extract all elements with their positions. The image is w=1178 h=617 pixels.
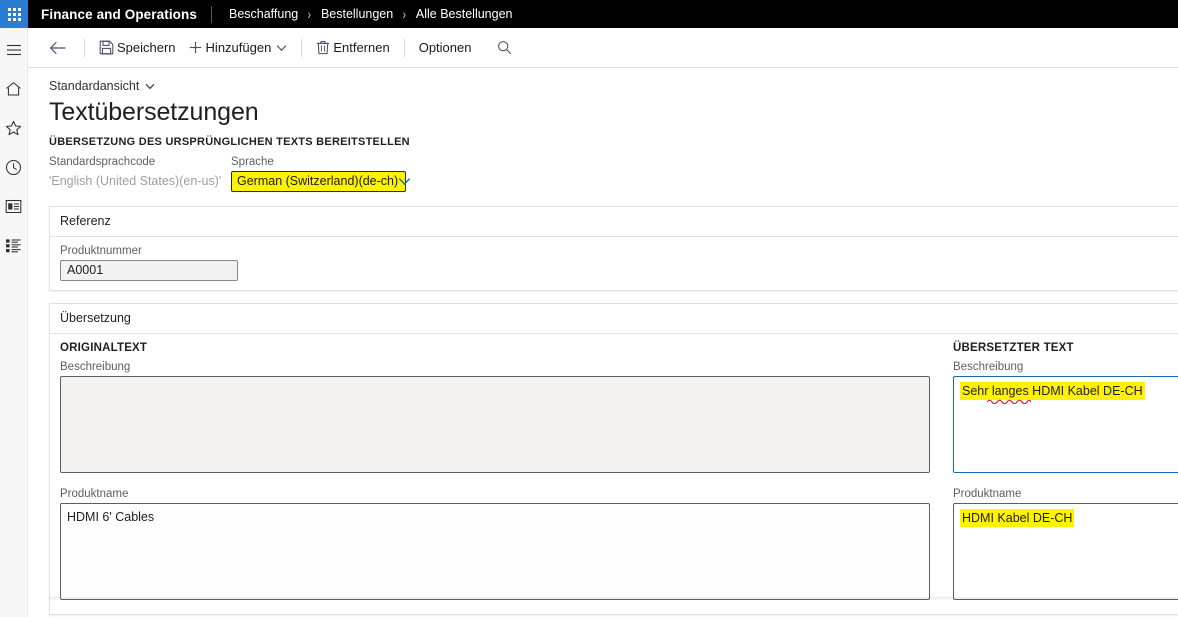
language-select[interactable]: German (Switzerland)(de-ch) [231,170,411,192]
default-language-value: 'English (United States)(en-us)' [49,173,222,188]
save-label: Speichern [117,40,176,55]
back-button[interactable] [44,35,70,61]
original-product-name-label: Produktname [60,487,129,500]
translated-description-label: Beschreibung [953,360,1024,373]
original-description-label: Beschreibung [60,360,131,373]
translation-section-body: ORIGINALTEXT Beschreibung Produktname ÜB… [50,334,1178,614]
header-fields: Standardsprachcode 'English (United Stat… [28,148,1178,192]
page-caption: ÜBERSETZUNG DES URSPRÜNGLICHEN TEXTS BER… [49,135,410,148]
product-number-label: Produktnummer [60,244,142,257]
page-header: Standardansicht Textübersetzungen ÜBERSE… [28,68,1178,148]
breadcrumb-item-alle-bestellungen[interactable]: Alle Bestellungen [416,7,513,21]
star-icon [5,120,22,136]
back-arrow-icon [49,41,66,54]
translated-product-name-wrapper: HDMI Kabel DE-CH [953,502,1178,605]
original-description-textarea[interactable] [60,375,930,473]
translated-text-heading: ÜBERSETZTER TEXT [953,341,1074,354]
breadcrumb-separator-icon: › [402,6,407,22]
search-icon [498,41,511,54]
default-language-field: Standardsprachcode 'English (United Stat… [49,156,231,192]
plus-icon [188,40,203,55]
chevron-down-icon [145,83,155,90]
action-pane-toolbar: Speichern Hinzufügen Entfernen Optionen [28,28,1178,68]
left-navigation-rail [0,28,28,617]
remove-button[interactable]: Entfernen [310,34,395,62]
list-icon [6,238,21,252]
original-text-heading: ORIGINALTEXT [60,341,148,354]
breadcrumb-item-beschaffung[interactable]: Beschaffung [229,7,298,21]
waffle-grid-icon [7,7,21,21]
language-field: Sprache German (Switzerland)(de-ch) [231,155,411,192]
translation-section: Übersetzung ORIGINALTEXT Beschreibung Pr… [49,302,1178,615]
toolbar-divider [84,38,85,57]
original-product-name-textarea[interactable] [60,502,930,600]
clock-icon [5,159,22,175]
breadcrumb-separator-icon: › [307,6,312,22]
recent-button[interactable] [0,153,28,181]
translation-section-header[interactable]: Übersetzung [50,304,1178,334]
chevron-down-icon [398,177,411,186]
translated-text-column: ÜBERSETZTER TEXT Beschreibung Sehr lange… [930,342,1178,605]
options-label: Optionen [418,40,472,55]
workspaces-button[interactable] [0,192,28,220]
options-button[interactable]: Optionen [413,34,478,62]
translated-product-name-textarea[interactable] [953,502,1178,600]
navigation-menu-button[interactable] [0,36,28,64]
content-bottom-shadow [49,597,1178,601]
add-label: Hinzufügen [205,40,272,55]
save-floppy-icon [99,40,114,55]
remove-label: Entfernen [333,40,390,55]
favorites-button[interactable] [0,114,28,142]
home-button[interactable] [0,75,28,103]
trash-icon [316,40,330,55]
save-button[interactable]: Speichern [93,34,182,62]
reference-section-header[interactable]: Referenz [50,207,1178,237]
language-label: Sprache [231,155,274,168]
reference-section: Referenz Produktnummer [49,205,1178,291]
add-button[interactable]: Hinzufügen [182,34,294,62]
default-language-label: Standardsprachcode [49,155,156,168]
view-selector-label: Standardansicht [49,79,140,93]
original-text-column: ORIGINALTEXT Beschreibung Produktname [60,342,930,605]
hamburger-menu-icon [6,44,21,56]
view-selector[interactable]: Standardansicht [49,79,155,93]
translated-description-textarea[interactable] [953,375,1178,473]
app-launcher-button[interactable] [0,0,28,28]
reference-section-body: Produktnummer [50,237,1178,290]
search-button[interactable] [491,35,517,61]
language-select-value: German (Switzerland)(de-ch) [237,174,399,189]
brand-title[interactable]: Finance and Operations [28,7,211,22]
modules-button[interactable] [0,231,28,259]
home-icon [6,82,21,96]
chevron-down-icon [276,44,287,52]
application-window: Finance and Operations Beschaffung › Bes… [0,0,1178,617]
top-navigation-bar: Finance and Operations Beschaffung › Bes… [0,0,1178,28]
translated-description-wrapper: Sehr langes HDMI Kabel DE-CH [953,375,1178,478]
toolbar-divider [403,38,405,57]
workspace-icon [5,199,22,213]
breadcrumb: Beschaffung › Bestellungen › Alle Bestel… [212,7,513,21]
toolbar-divider [301,38,303,57]
page-title: Textübersetzungen [49,98,259,126]
product-number-input[interactable] [60,259,238,281]
breadcrumb-item-bestellungen[interactable]: Bestellungen [321,7,393,21]
translated-product-name-label: Produktname [953,487,1022,500]
page-content: Standardansicht Textübersetzungen ÜBERSE… [28,68,1178,617]
